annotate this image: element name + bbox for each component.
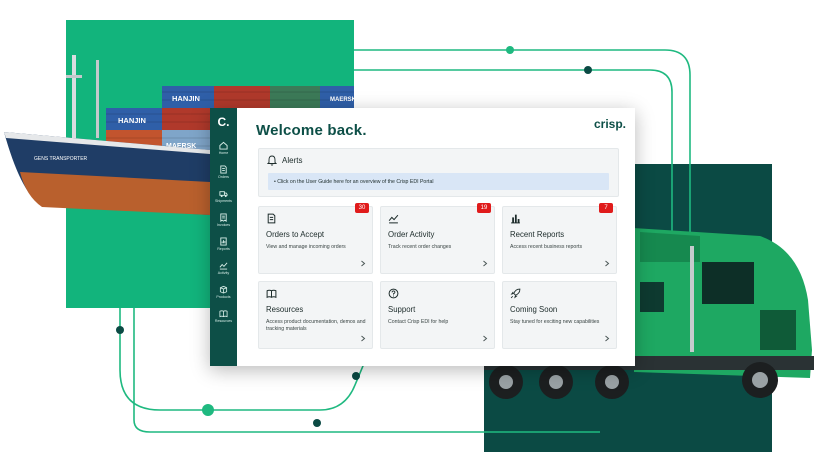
document-icon (220, 165, 227, 174)
activity-icon (388, 214, 399, 224)
card-resources[interactable]: Resources Access product documentation, … (258, 281, 373, 349)
card-description: Stay tuned for exciting new capabilities (510, 319, 600, 325)
page-title: Welcome back. (256, 122, 367, 139)
document-icon (267, 213, 276, 224)
bar-chart-icon (511, 214, 520, 224)
card-support[interactable]: Support Contact Crisp EDI for help (380, 281, 495, 349)
sidebar-item-label: Reports (217, 247, 230, 251)
card-orders-to-accept[interactable]: 30 Orders to Accept View and manage inco… (258, 203, 373, 274)
book-icon (266, 289, 277, 299)
help-icon (388, 288, 399, 299)
card-title: Resources (266, 305, 304, 314)
sidebar-item-label: Home (218, 151, 229, 155)
card-title: Support (388, 305, 416, 314)
card-recent-reports[interactable]: 7 Recent Reports Access recent business … (502, 203, 617, 274)
card-title: Coming Soon (510, 305, 558, 314)
alert-item[interactable]: • Click on the User Guide here for an ov… (268, 173, 609, 190)
sidebar-item-label: Products (216, 295, 231, 299)
report-icon (220, 237, 227, 246)
sidebar-item-orders[interactable]: Orders (210, 160, 237, 184)
alerts-title: Alerts (282, 156, 303, 165)
card-title: Order Activity (388, 230, 435, 239)
sidebar-item-invoices[interactable]: Invoices (210, 208, 237, 232)
invoice-icon (220, 213, 227, 222)
sidebar-item-resources[interactable]: Resources (210, 304, 237, 328)
chevron-right-icon (605, 335, 610, 342)
logo-text: C. (217, 115, 230, 129)
book-icon (219, 310, 228, 318)
count-badge: 19 (477, 203, 491, 213)
bell-icon (267, 155, 277, 166)
home-icon (219, 141, 228, 150)
card-description: Contact Crisp EDI for help (388, 319, 449, 325)
chevron-right-icon (483, 260, 488, 267)
rocket-icon (510, 288, 521, 299)
sidebar-item-shipments[interactable]: Shipments (210, 184, 237, 208)
card-description: Access product documentation, demos and … (266, 319, 366, 333)
card-coming-soon[interactable]: Coming Soon Stay tuned for exciting new … (502, 281, 617, 349)
chevron-right-icon (605, 260, 610, 267)
sidebar-item-label: Resources (214, 319, 233, 323)
app-window: C. Home Orders Shipments Invoices Report… (210, 108, 635, 366)
card-description: Track recent order changes (388, 244, 452, 250)
sidebar-item-products[interactable]: Products (210, 280, 237, 304)
card-order-activity[interactable]: 19 Order Activity Track recent order cha… (380, 203, 495, 274)
card-description: View and manage incoming orders (266, 244, 346, 250)
sidebar-item-home[interactable]: Home (210, 136, 237, 160)
alerts-header: Alerts (267, 155, 302, 166)
card-description: Access recent business reports (510, 244, 583, 250)
count-badge: 7 (599, 203, 613, 213)
card-title: Recent Reports (510, 230, 565, 239)
sidebar-item-label: Orders (218, 175, 229, 179)
box-icon (219, 285, 228, 294)
chevron-right-icon (361, 335, 366, 342)
brand-logo: crisp. (593, 117, 626, 131)
sidebar-item-label: Shipments (215, 199, 232, 203)
card-title: Orders to Accept (266, 230, 325, 239)
alerts-panel: Alerts • Click on the User Guide here fo… (258, 148, 619, 197)
marketing-hero: HANJIN HANJIN MAERSK MAERSK GENS TRANSPO… (0, 0, 837, 472)
sidebar-item-reports[interactable]: Reports (210, 232, 237, 256)
alert-message: • Click on the User Guide here for an ov… (274, 178, 434, 185)
chevron-right-icon (483, 335, 488, 342)
main-content: Welcome back. crisp. Alerts • Click on t… (237, 108, 635, 366)
app-logo[interactable]: C. (210, 108, 237, 136)
sidebar-item-label: Activity (217, 271, 230, 275)
count-badge: 30 (355, 203, 369, 213)
sidebar: C. Home Orders Shipments Invoices Report… (210, 108, 237, 366)
truck-icon (219, 191, 228, 198)
chevron-right-icon (361, 260, 366, 267)
sidebar-item-activity[interactable]: Activity (210, 256, 237, 280)
activity-icon (219, 262, 228, 270)
sidebar-item-label: Invoices (216, 223, 231, 227)
